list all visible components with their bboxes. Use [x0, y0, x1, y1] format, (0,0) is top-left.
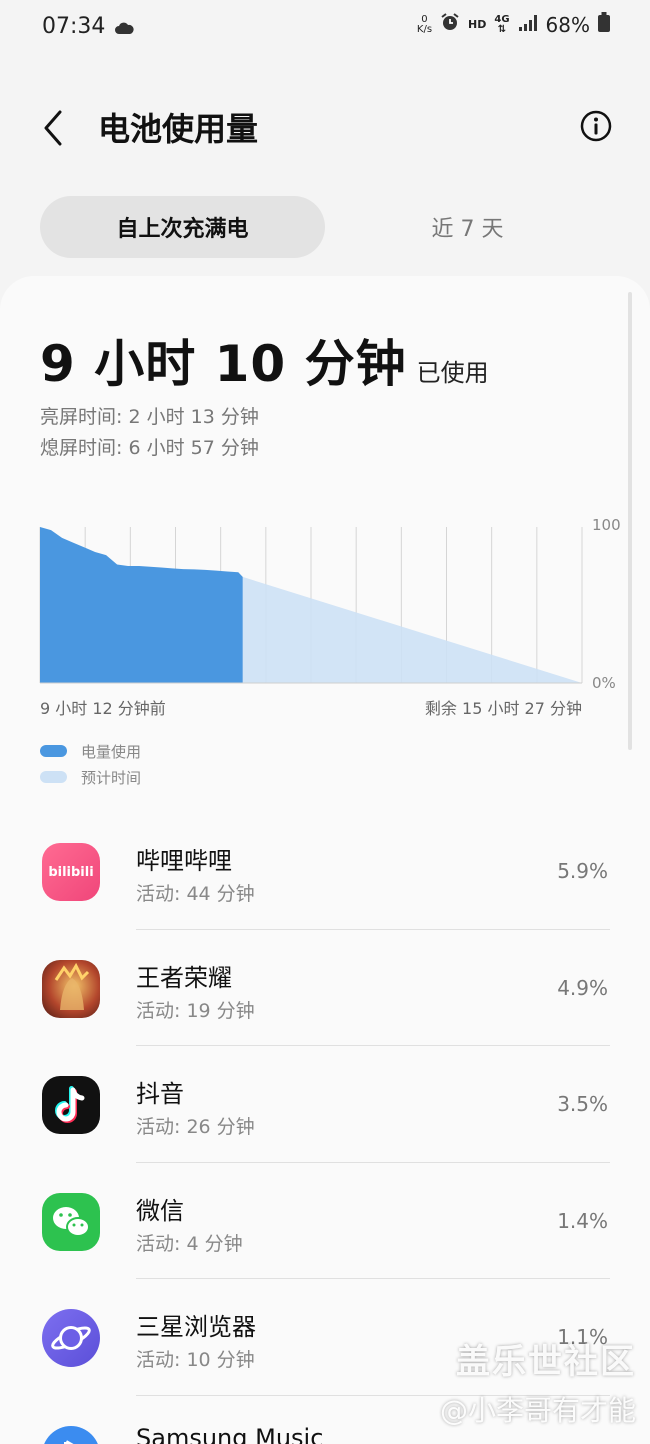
app-activity: 活动: 4 分钟 — [136, 1232, 243, 1255]
watermark: 盖乐世社区 @小李哥有才能 — [440, 1334, 636, 1429]
list-item[interactable]: 抖音 活动: 26 分钟 3.5% — [0, 1046, 650, 1163]
network-type: 4G ⇅ — [494, 13, 510, 35]
back-button[interactable] — [34, 106, 74, 150]
legend-projection-swatch — [40, 771, 67, 783]
app-name: 王者荣耀 — [136, 963, 232, 992]
legend-projection-label: 预计时间 — [81, 768, 142, 787]
screen-off-time: 熄屏时间: 6 小时 57 分钟 — [40, 437, 259, 459]
status-icons: 0 K/s HD 4G ⇅ 68% — [417, 12, 610, 37]
info-button[interactable] — [580, 110, 612, 142]
signal-icon — [518, 13, 538, 37]
samsung-internet-icon — [42, 1309, 100, 1367]
legend-usage-swatch — [40, 745, 67, 757]
back-arrow-icon — [44, 110, 62, 146]
app-name: 哔哩哔哩 — [136, 847, 232, 875]
chart-legend: 电量使用 预计时间 — [40, 738, 141, 790]
status-time: 07:34 — [42, 14, 106, 39]
battery-level: 68% — [545, 12, 590, 37]
y-tick-max: 100 — [592, 516, 621, 534]
app-percent: 1.4% — [557, 1208, 608, 1233]
watermark-line2: @小李哥有才能 — [439, 1394, 636, 1427]
x-tick-end: 剩余 15 小时 27 分钟 — [424, 699, 582, 718]
used-suffix: 已使用 — [416, 359, 489, 387]
info-icon — [580, 110, 612, 142]
wechat-icon — [42, 1192, 100, 1251]
projection-area — [242, 576, 582, 683]
app-percent: 4.9% — [557, 975, 608, 1000]
honor-of-kings-icon — [42, 959, 100, 1018]
app-percent: 3.5% — [557, 1092, 608, 1116]
alarm-icon — [440, 12, 460, 37]
app-name: 抖音 — [136, 1080, 184, 1108]
list-item[interactable]: 微信 活动: 4 分钟 1.4% — [0, 1163, 650, 1279]
bilibili-icon: bilibili — [42, 843, 100, 901]
app-activity: 活动: 10 分钟 — [136, 1349, 255, 1371]
legend-usage-label: 电量使用 — [81, 742, 142, 761]
watermark-line1: 盖乐世社区 — [456, 1342, 636, 1382]
battery-icon — [598, 12, 610, 37]
legend-projection: 预计时间 — [40, 764, 141, 790]
usage-area — [40, 527, 243, 683]
samsung-music-icon — [42, 1425, 100, 1444]
battery-chart-svg — [39, 527, 583, 684]
app-activity: 活动: 44 分钟 — [136, 883, 255, 905]
screen-times: 亮屏时间: 2 小时 13 分钟 熄屏时间: 6 小时 57 分钟 — [40, 402, 259, 464]
app-name: Samsung Music — [136, 1423, 324, 1444]
battery-chart: 100 0% 9 小时 12 分钟前 剩余 15 小时 27 分钟 — [0, 500, 650, 720]
app-name: 微信 — [136, 1196, 184, 1225]
app-activity: 活动: 19 分钟 — [136, 999, 255, 1022]
status-bar: 07:34 0 K/s HD 4G ⇅ 68% — [0, 0, 650, 56]
douyin-icon — [42, 1076, 100, 1134]
net-speed-indicator: 0 K/s — [416, 13, 433, 35]
screen-on-time: 亮屏时间: 2 小时 13 分钟 — [40, 406, 259, 428]
tab-since-full-charge[interactable]: 自上次充满电 — [40, 196, 325, 258]
y-tick-min: 0% — [592, 674, 616, 692]
period-tabs: 自上次充满电 近 7 天 — [40, 196, 610, 258]
used-duration: 9 小时 10 分钟 — [40, 335, 407, 393]
legend-usage: 电量使用 — [40, 738, 141, 764]
list-item[interactable]: 王者荣耀 活动: 19 分钟 4.9% — [0, 930, 650, 1046]
usage-summary: 9 小时 10 分钟 已使用 — [40, 324, 489, 396]
list-item[interactable]: bilibili 哔哩哔哩 活动: 44 分钟 5.9% — [0, 813, 650, 930]
page-title: 电池使用量 — [98, 110, 259, 148]
x-tick-start: 9 小时 12 分钟前 — [40, 699, 166, 718]
app-activity: 活动: 26 分钟 — [136, 1116, 255, 1138]
app-header: 电池使用量 — [0, 90, 650, 166]
app-percent: 5.9% — [557, 859, 608, 883]
cloud-icon — [114, 20, 134, 39]
app-name: 三星浏览器 — [136, 1313, 256, 1341]
hd-badge: HD — [468, 18, 487, 31]
tab-last-7-days[interactable]: 近 7 天 — [325, 196, 610, 258]
